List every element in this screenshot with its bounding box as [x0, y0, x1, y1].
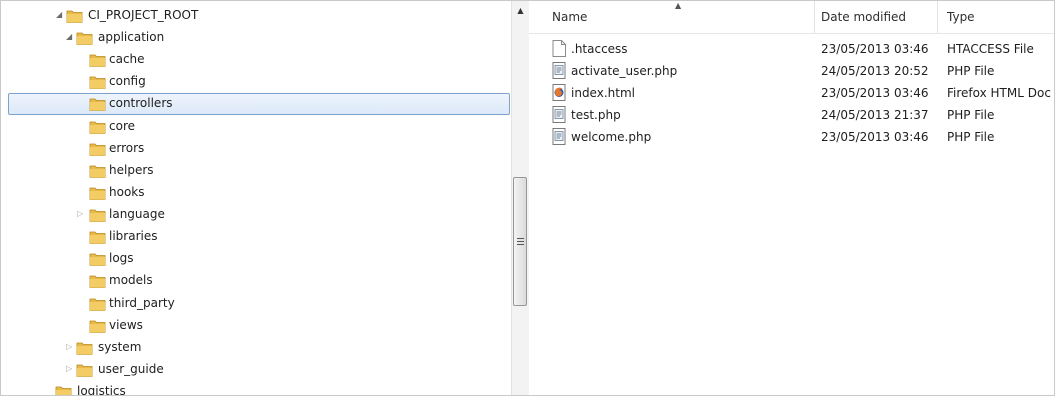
tree-item-controllers[interactable]: controllers [1, 93, 511, 115]
tree-item-logs[interactable]: logs [1, 248, 511, 270]
firefox-html-icon [552, 84, 566, 101]
tree-item-language[interactable]: ▷ language [1, 204, 511, 226]
tree-item-models[interactable]: models [1, 270, 511, 292]
folder-icon [89, 143, 106, 156]
scrollbar-thumb[interactable] [513, 177, 527, 306]
tree-item-label: helpers [109, 163, 154, 177]
grip-icon [517, 238, 524, 245]
folder-icon [89, 54, 106, 67]
tree-item-third-party[interactable]: third_party [1, 293, 511, 315]
collapsed-arrow-icon[interactable]: ▷ [66, 342, 74, 352]
folder-icon [89, 98, 106, 111]
file-name: activate_user.php [571, 64, 678, 78]
file-row[interactable]: index.html 23/05/2013 03:46 Firefox HTML… [529, 82, 1054, 104]
expanded-arrow-icon[interactable]: ◢ [56, 10, 64, 20]
tree-item-label: config [109, 74, 146, 88]
expanded-arrow-icon[interactable]: ◢ [66, 32, 74, 42]
tree-item-errors[interactable]: errors [1, 138, 511, 160]
tree-item-label: language [109, 207, 165, 221]
selection-highlight [8, 93, 510, 115]
file-name: .htaccess [571, 42, 628, 56]
file-name: index.html [571, 86, 635, 100]
tree-item-hooks[interactable]: hooks [1, 182, 511, 204]
tree-item-label: logs [109, 251, 134, 265]
sort-ascending-icon: ▲ [675, 1, 682, 10]
tree-item-logistics[interactable]: logistics [1, 381, 511, 395]
tree-item-libraries[interactable]: libraries [1, 226, 511, 248]
tree-item-label: cache [109, 52, 145, 66]
tree-item-views[interactable]: views [1, 315, 511, 337]
folder-icon [55, 386, 72, 395]
folder-icon [76, 32, 93, 45]
column-divider[interactable] [937, 1, 938, 33]
file-list-pane: ▲ Name Date modified Type .htaccess 23/0… [529, 1, 1054, 395]
column-divider[interactable] [814, 1, 815, 33]
tree-item-label: application [98, 30, 165, 44]
collapsed-arrow-icon[interactable]: ▷ [77, 209, 85, 219]
tree-item-core[interactable]: core [1, 116, 511, 138]
column-header-row: ▲ Name Date modified Type [529, 1, 1054, 34]
tree-item-helpers[interactable]: helpers [1, 160, 511, 182]
column-header-date-modified[interactable]: Date modified [821, 10, 906, 24]
folder-icon [89, 253, 106, 266]
php-file-icon [552, 106, 566, 123]
file-row[interactable]: welcome.php 23/05/2013 03:46 PHP File [529, 126, 1054, 148]
tree-item-label: errors [109, 141, 145, 155]
collapsed-arrow-icon[interactable]: ▷ [66, 364, 74, 374]
column-header-type[interactable]: Type [947, 10, 975, 24]
tree-scrollbar[interactable]: ▲ [511, 1, 529, 395]
folder-icon [89, 275, 106, 288]
php-file-icon [552, 62, 566, 79]
file-type: Firefox HTML Doc... [947, 86, 1052, 100]
folder-icon [89, 209, 106, 222]
tree-item-system[interactable]: ▷ system [1, 337, 511, 359]
folder-icon [76, 364, 93, 377]
tree-item-label: system [98, 340, 142, 354]
tree-item-label: third_party [109, 296, 175, 310]
folder-icon [76, 342, 93, 355]
tree-item-label: user_guide [98, 362, 164, 376]
file-row[interactable]: .htaccess 23/05/2013 03:46 HTACCESS File [529, 38, 1054, 60]
folder-icon [89, 165, 106, 178]
blank-file-icon [552, 40, 566, 57]
tree-item-label: models [109, 273, 153, 287]
tree-item-label: controllers [109, 96, 173, 110]
file-row[interactable]: activate_user.php 24/05/2013 20:52 PHP F… [529, 60, 1054, 82]
tree-item-ci-project-root[interactable]: ◢ CI_PROJECT_ROOT [1, 5, 511, 27]
folder-icon [89, 231, 106, 244]
folder-icon [89, 76, 106, 89]
explorer-window: ◢ CI_PROJECT_ROOT ◢ application cache co… [0, 0, 1055, 396]
folder-icon [89, 121, 106, 134]
file-date-modified: 23/05/2013 03:46 [821, 86, 929, 100]
file-name: welcome.php [571, 130, 652, 144]
file-type: PHP File [947, 130, 995, 144]
file-date-modified: 24/05/2013 20:52 [821, 64, 929, 78]
tree-item-config[interactable]: config [1, 71, 511, 93]
file-row[interactable]: test.php 24/05/2013 21:37 PHP File [529, 104, 1054, 126]
file-type: PHP File [947, 64, 995, 78]
folder-icon [89, 320, 106, 333]
tree-item-user-guide[interactable]: ▷ user_guide [1, 359, 511, 381]
file-name: test.php [571, 108, 621, 122]
tree-item-cache[interactable]: cache [1, 49, 511, 71]
folder-icon [66, 10, 83, 23]
file-date-modified: 23/05/2013 03:46 [821, 130, 929, 144]
tree-item-label: CI_PROJECT_ROOT [88, 8, 199, 22]
file-date-modified: 23/05/2013 03:46 [821, 42, 929, 56]
tree-item-label: views [109, 318, 143, 332]
file-type: HTACCESS File [947, 42, 1034, 56]
tree-item-label: logistics [77, 384, 126, 395]
file-type: PHP File [947, 108, 995, 122]
scroll-up-arrow-icon[interactable]: ▲ [512, 5, 529, 17]
folder-icon [89, 187, 106, 200]
tree-item-label: hooks [109, 185, 145, 199]
tree-item-application[interactable]: ◢ application [1, 27, 511, 49]
navigation-tree: ◢ CI_PROJECT_ROOT ◢ application cache co… [1, 1, 511, 395]
php-file-icon [552, 128, 566, 145]
file-date-modified: 24/05/2013 21:37 [821, 108, 929, 122]
tree-item-label: core [109, 119, 135, 133]
column-header-name[interactable]: Name [552, 10, 587, 24]
folder-icon [89, 298, 106, 311]
tree-item-label: libraries [109, 229, 158, 243]
